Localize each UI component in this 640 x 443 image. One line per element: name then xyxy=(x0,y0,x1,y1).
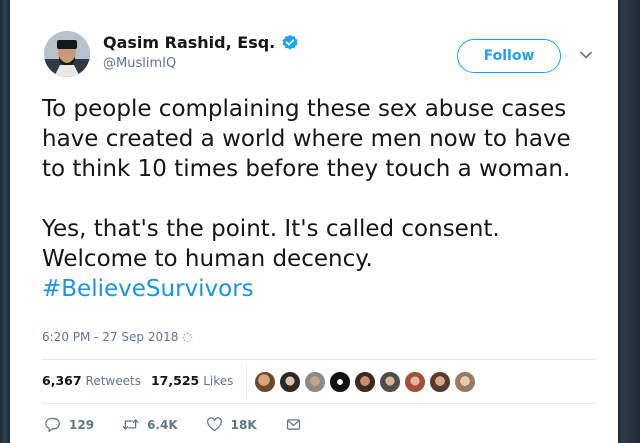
likes-count: 17,525 xyxy=(150,373,200,388)
tweet-text-line: Yes, that's the point. It's called conse… xyxy=(42,216,500,242)
divider xyxy=(42,359,596,360)
retweets-stat[interactable]: 6,367 Retweets xyxy=(42,373,141,388)
likes-label: Likes xyxy=(203,374,234,388)
liker-avatar[interactable] xyxy=(279,371,301,393)
verified-badge-icon xyxy=(282,34,298,50)
direct-message-button[interactable] xyxy=(285,416,310,433)
tweet-text-line: have created a world where men now to ha… xyxy=(42,126,571,152)
retweet-icon xyxy=(122,419,139,430)
hashtag-link[interactable]: #BelieveSurvivors xyxy=(42,274,612,304)
liker-avatar[interactable] xyxy=(354,371,376,393)
likes-stat[interactable]: 17,525 Likes xyxy=(151,373,233,388)
retweets-count: 6,367 xyxy=(42,373,82,388)
background-frame-right xyxy=(620,0,640,443)
like-count: 18K xyxy=(230,417,257,432)
reply-button[interactable]: 129 xyxy=(44,416,94,433)
divider xyxy=(42,403,596,404)
tweet-text: To people complaining these sex abuse ca… xyxy=(42,94,612,304)
author-handle[interactable]: @MuslimIQ xyxy=(103,56,176,71)
background-frame-left xyxy=(0,0,8,443)
retweet-button[interactable]: 6.4K xyxy=(122,416,178,433)
tweet-actions: 129 6.4K 18K xyxy=(44,416,338,433)
author-avatar[interactable] xyxy=(44,31,90,77)
liker-avatar[interactable] xyxy=(429,371,451,393)
tweet-text-line: Welcome to human decency. xyxy=(42,246,373,272)
tweet-timestamp[interactable]: 6:20 PM - 27 Sep 2018 xyxy=(42,330,193,344)
divider xyxy=(246,364,247,398)
avatar-portrait-icon xyxy=(44,31,90,77)
like-button[interactable]: 18K xyxy=(206,416,257,433)
reply-count: 129 xyxy=(69,417,95,432)
author-name[interactable]: Qasim Rashid, Esq. xyxy=(103,33,299,52)
liker-avatar[interactable] xyxy=(454,371,476,393)
retweets-label: Retweets xyxy=(85,374,141,388)
retweet-count: 6.4K xyxy=(147,417,178,432)
like-icon xyxy=(206,417,222,432)
timestamp-text: 6:20 PM - 27 Sep 2018 xyxy=(42,330,179,344)
engagement-stats: 6,367 Retweets 17,525 Likes xyxy=(42,373,233,388)
tweet-card: Qasim Rashid, Esq. @MuslimIQ Follow To p… xyxy=(10,0,618,443)
liker-avatar[interactable] xyxy=(304,371,326,393)
reply-icon xyxy=(45,417,60,432)
direct-message-icon xyxy=(286,419,300,430)
liker-avatar[interactable] xyxy=(329,371,351,393)
liker-avatar[interactable] xyxy=(254,371,276,393)
follow-button[interactable]: Follow xyxy=(457,39,561,73)
tweet-text-line: To people complaining these sex abuse ca… xyxy=(42,96,567,122)
liker-avatar[interactable] xyxy=(379,371,401,393)
tweet-text-line: to think 10 times before they touch a wo… xyxy=(42,156,571,182)
liker-avatars xyxy=(254,367,479,397)
liker-avatar[interactable] xyxy=(404,371,426,393)
loading-spinner-icon xyxy=(182,331,193,342)
chevron-down-icon[interactable] xyxy=(579,48,593,62)
author-name-text: Qasim Rashid, Esq. xyxy=(103,33,276,52)
